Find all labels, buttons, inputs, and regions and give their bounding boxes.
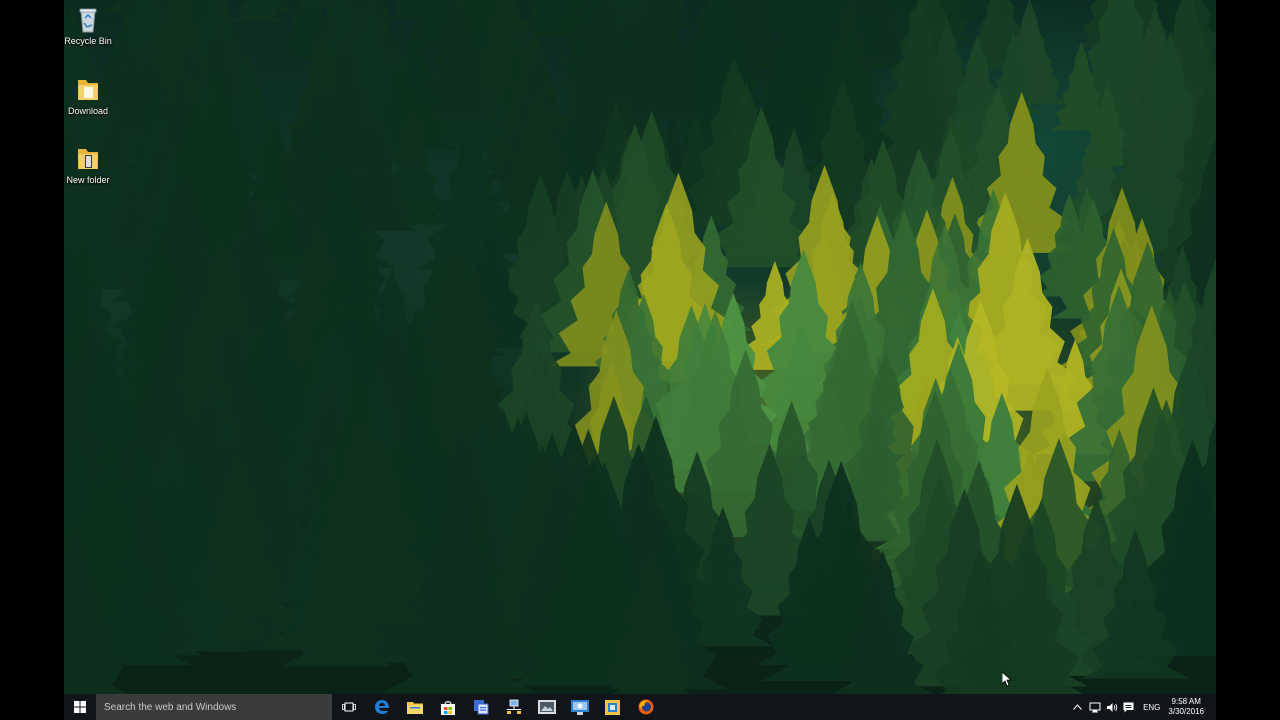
folder-app-icon bbox=[605, 699, 620, 715]
action-center-button[interactable] bbox=[1120, 694, 1137, 720]
network-app-icon bbox=[506, 699, 521, 714]
folder-icon bbox=[78, 149, 98, 169]
chevron-up-icon bbox=[1073, 704, 1082, 710]
store-icon bbox=[440, 700, 455, 715]
search-input[interactable]: Search the web and Windows bbox=[96, 694, 332, 720]
recycle-bin-icon bbox=[79, 8, 97, 33]
message-icon bbox=[1123, 702, 1134, 712]
clock-date: 3/30/2016 bbox=[1168, 707, 1204, 716]
remote-app-icon bbox=[570, 699, 589, 715]
photos-icon bbox=[537, 700, 556, 714]
taskbar-folder-app[interactable] bbox=[596, 694, 629, 720]
desktop-icon-label: New folder bbox=[66, 175, 110, 185]
taskbar-edge[interactable] bbox=[365, 694, 398, 720]
taskbar-firefox[interactable] bbox=[629, 694, 662, 720]
windows-logo-icon bbox=[74, 701, 86, 713]
taskbar-photos[interactable] bbox=[530, 694, 563, 720]
input-language-indicator[interactable]: ENG bbox=[1137, 703, 1166, 712]
desktop-icon-label: Recycle Bin bbox=[64, 36, 112, 46]
volume-button[interactable] bbox=[1103, 694, 1120, 720]
show-desktop-button[interactable] bbox=[1210, 694, 1216, 720]
search-placeholder: Search the web and Windows bbox=[104, 701, 237, 713]
clock-time: 9:58 AM bbox=[1171, 697, 1201, 706]
taskbar: Search the web and Windows ENG 9:58 AM 3… bbox=[64, 694, 1216, 720]
folder-icon bbox=[78, 80, 98, 100]
taskbar-remote-app[interactable] bbox=[563, 694, 596, 720]
taskbar-store[interactable] bbox=[431, 694, 464, 720]
forest-wallpaper bbox=[64, 0, 1216, 694]
taskbar-file-explorer[interactable] bbox=[398, 694, 431, 720]
system-tray: ENG 9:58 AM 3/30/2016 bbox=[1069, 694, 1216, 720]
taskbar-network-app[interactable] bbox=[497, 694, 530, 720]
desktop-icon-recycle-bin[interactable]: Recycle Bin bbox=[64, 4, 118, 47]
taskbar-task-view[interactable] bbox=[332, 694, 365, 720]
app-icon bbox=[473, 700, 488, 715]
network-button[interactable] bbox=[1086, 694, 1103, 720]
start-button[interactable] bbox=[64, 694, 96, 720]
file-explorer-icon bbox=[406, 702, 423, 714]
desktop-icon-download[interactable]: Download bbox=[64, 74, 118, 117]
desktop-icon-new-folder[interactable]: New folder bbox=[64, 143, 118, 186]
clock[interactable]: 9:58 AM 3/30/2016 bbox=[1166, 697, 1210, 717]
task-view-icon bbox=[341, 702, 356, 712]
taskbar-app[interactable] bbox=[464, 694, 497, 720]
network-icon bbox=[1089, 702, 1101, 712]
mouse-cursor-icon bbox=[1002, 672, 1012, 687]
show-hidden-icons-button[interactable] bbox=[1069, 694, 1086, 720]
edge-icon bbox=[374, 700, 389, 714]
desktop[interactable]: Recycle Bin Download New folder bbox=[64, 0, 1216, 694]
speaker-icon bbox=[1106, 702, 1117, 712]
desktop-icon-label: Download bbox=[67, 106, 109, 116]
firefox-icon bbox=[638, 699, 653, 715]
